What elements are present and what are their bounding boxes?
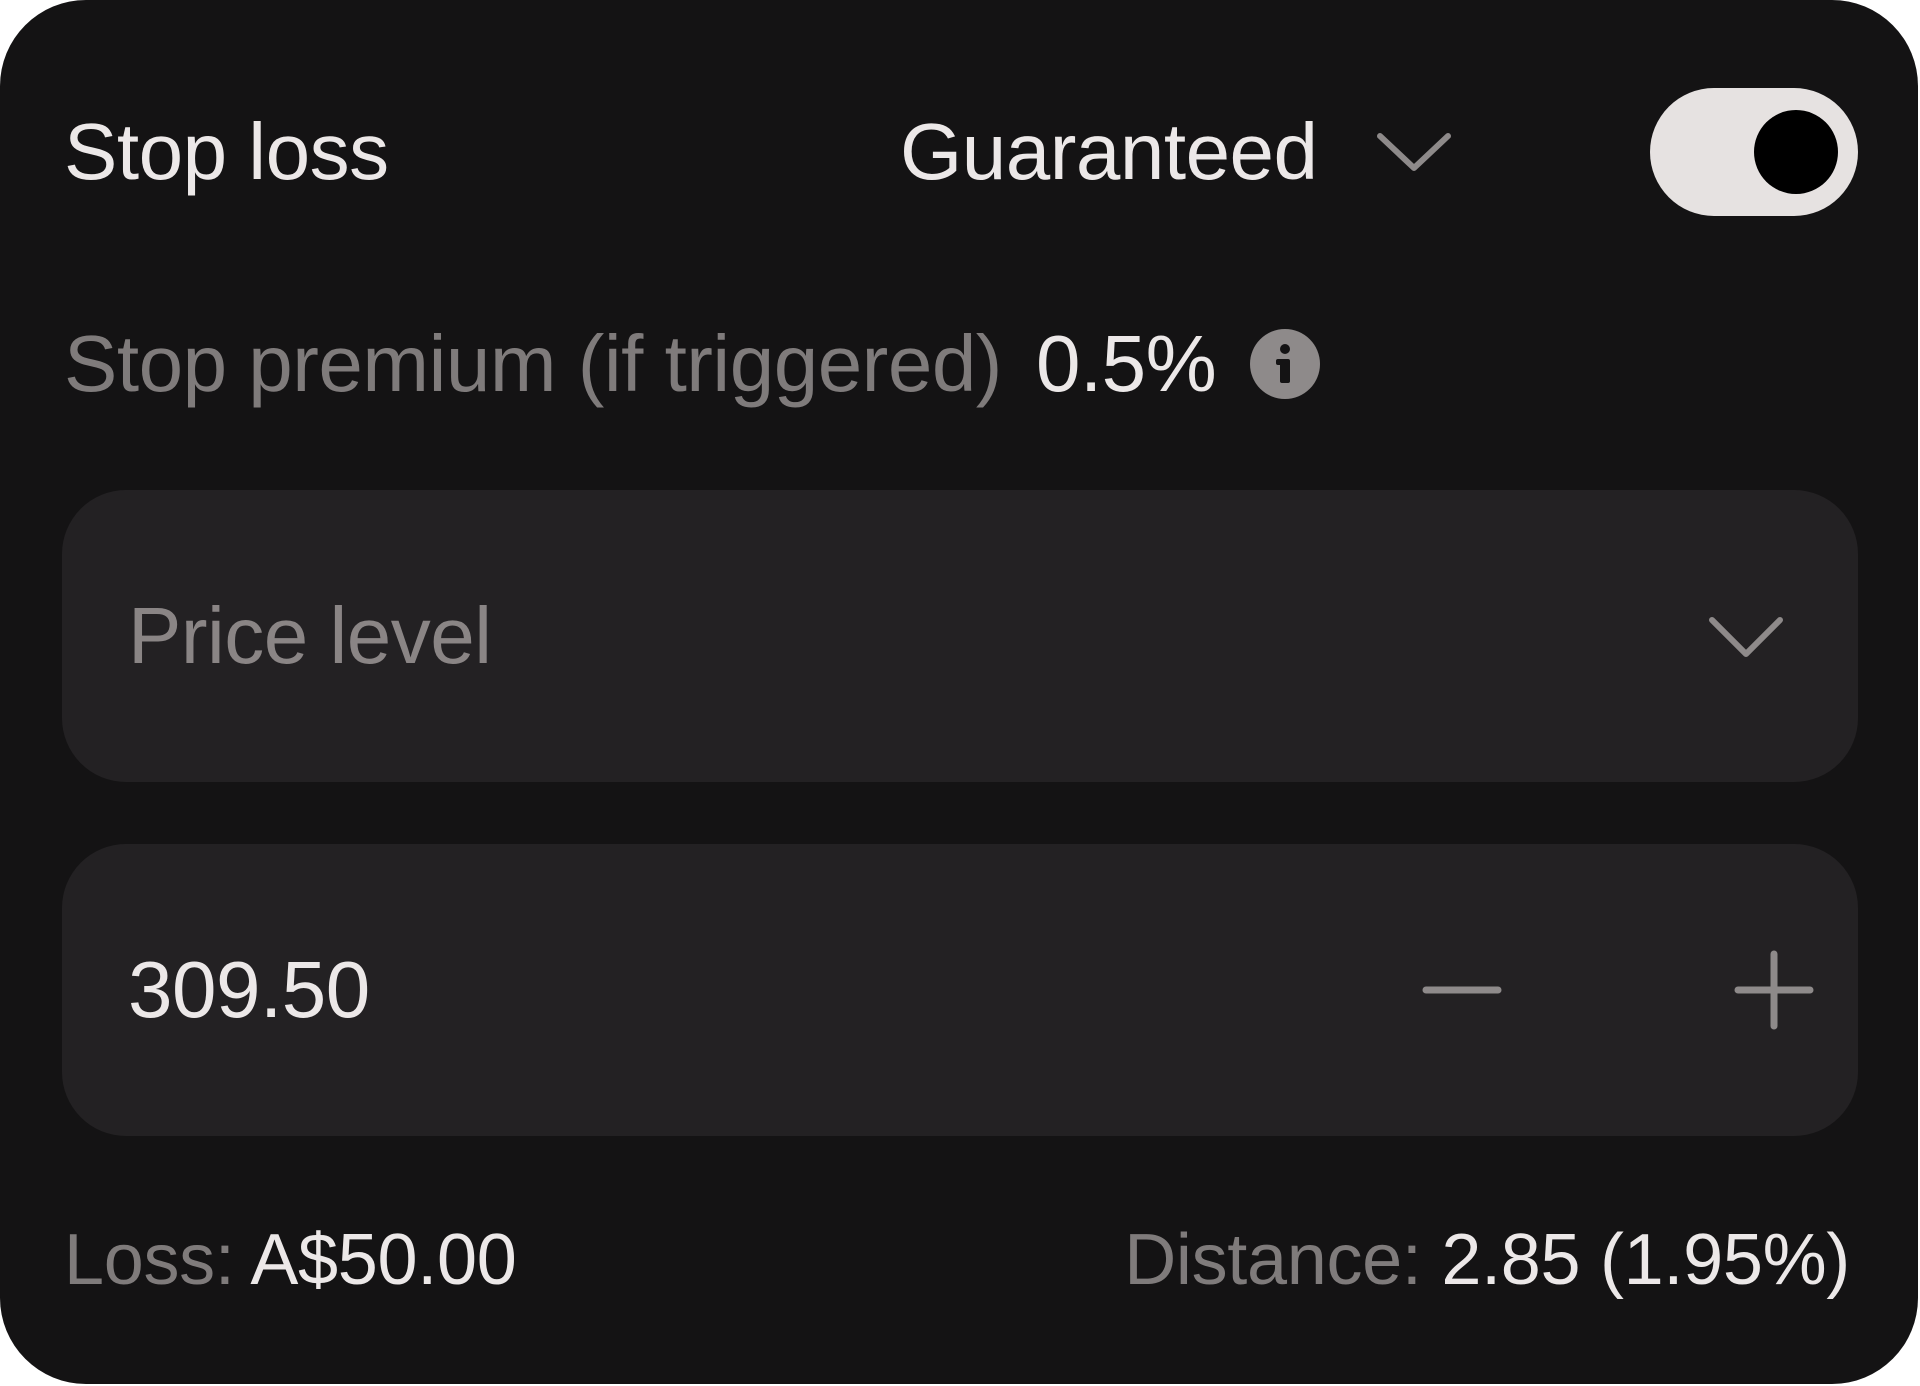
distance-value: 2.85 (1.95%) (1441, 1220, 1850, 1300)
price-input[interactable] (128, 844, 1028, 1136)
stop-loss-panel: Stop loss Guaranteed Stop premium (if tr… (0, 0, 1918, 1384)
stop-premium-row: Stop premium (if triggered) 0.5% (64, 312, 1321, 416)
loss-label: Loss: (64, 1220, 235, 1300)
loss-summary: Loss: A$50.00 (64, 1208, 517, 1312)
stop-loss-header: Stop loss Guaranteed (64, 88, 1858, 216)
stop-premium-label: Stop premium (if triggered) (64, 319, 1002, 408)
plus-icon (1734, 950, 1814, 1030)
distance-label: Distance: (1124, 1220, 1422, 1300)
toggle-knob (1754, 110, 1838, 194)
stop-type-dropdown[interactable]: Guaranteed (900, 100, 1452, 204)
stop-premium-value: 0.5% (1035, 319, 1217, 408)
stop-mode-select[interactable]: Price level (62, 490, 1858, 782)
stop-loss-toggle[interactable] (1650, 88, 1858, 216)
stop-loss-title: Stop loss (64, 107, 389, 196)
stop-mode-placeholder: Price level (128, 591, 492, 680)
increment-button[interactable] (1724, 940, 1824, 1040)
distance-summary: Distance: 2.85 (1.95%) (1124, 1208, 1850, 1312)
stop-summary-row: Loss: A$50.00 Distance: 2.85 (1.95%) (64, 1208, 1850, 1312)
price-stepper (62, 844, 1858, 1136)
chevron-down-icon (1376, 133, 1451, 171)
minus-icon (1422, 986, 1502, 994)
info-icon[interactable] (1250, 329, 1321, 399)
stop-type-value: Guaranteed (900, 107, 1318, 196)
decrement-button[interactable] (1412, 940, 1512, 1040)
loss-value: A$50.00 (250, 1220, 517, 1300)
chevron-down-icon (1709, 617, 1783, 657)
